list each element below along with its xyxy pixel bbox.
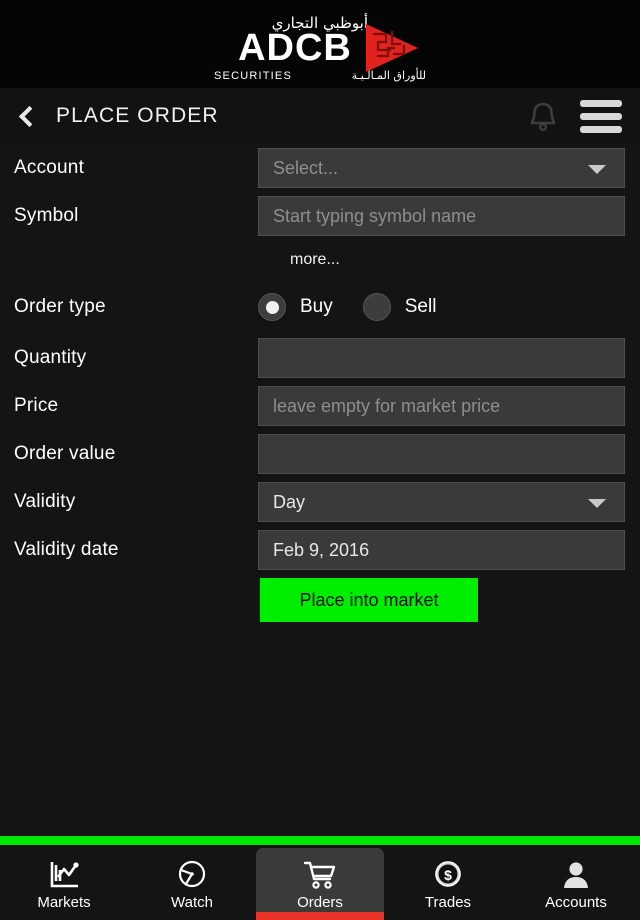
tab-accounts-label: Accounts xyxy=(545,893,607,911)
price-placeholder: leave empty for market price xyxy=(273,395,501,416)
more-row: more... xyxy=(0,240,640,280)
symbol-label: Symbol xyxy=(14,205,79,226)
account-row: Account Select... xyxy=(0,144,640,192)
price-input[interactable]: leave empty for market price xyxy=(258,386,625,426)
tab-orders-label: Orders xyxy=(297,893,343,911)
person-icon xyxy=(563,861,588,888)
brand-bar: أبوظبي التجاري ADCB SECURITIES للأوراق ا… xyxy=(0,0,640,88)
order-value-row: Order value xyxy=(0,430,640,478)
radio-buy-label: Buy xyxy=(300,296,333,317)
more-link[interactable]: more... xyxy=(290,251,340,269)
validity-row: Validity Day xyxy=(0,478,640,526)
quantity-row: Quantity xyxy=(0,334,640,382)
tab-watch-label: Watch xyxy=(171,893,213,911)
price-row: Price leave empty for market price xyxy=(0,382,640,430)
validity-date-label: Validity date xyxy=(14,539,119,560)
adcb-logo: أبوظبي التجاري ADCB SECURITIES للأوراق ا… xyxy=(0,14,640,86)
quantity-input[interactable] xyxy=(258,338,625,378)
chevron-down-icon xyxy=(588,499,606,508)
order-type-label: Order type xyxy=(14,296,106,317)
price-label: Price xyxy=(14,395,59,416)
order-value-input[interactable] xyxy=(258,434,625,474)
app-screen: أبوظبي التجاري ADCB SECURITIES للأوراق ا… xyxy=(0,0,640,920)
submit-row: Place into market xyxy=(0,574,640,626)
clock-icon xyxy=(178,860,206,887)
shopping-cart-icon xyxy=(303,861,336,889)
account-label: Account xyxy=(14,157,85,178)
order-value-label: Order value xyxy=(14,443,116,464)
dollar-coin-icon: $ xyxy=(435,860,461,887)
brand-name: ADCB xyxy=(238,27,352,69)
account-select[interactable]: Select... xyxy=(258,148,625,188)
brand-subtitle-en: SECURITIES xyxy=(214,69,293,82)
validity-select[interactable]: Day xyxy=(258,482,625,522)
validity-date-value: Feb 9, 2016 xyxy=(273,539,370,560)
tabbar-separator xyxy=(0,836,640,845)
tab-markets-label: Markets xyxy=(37,893,91,911)
quantity-label: Quantity xyxy=(14,347,87,368)
radio-sell-label: Sell xyxy=(404,296,437,317)
radio-sell[interactable] xyxy=(362,293,391,321)
svg-text:$: $ xyxy=(444,867,452,883)
symbol-row: Symbol Start typing symbol name xyxy=(0,192,640,240)
tab-trades[interactable]: $ Trades xyxy=(384,845,512,920)
tab-watch[interactable]: Watch xyxy=(128,845,256,920)
place-into-market-button[interactable]: Place into market xyxy=(260,578,478,622)
account-placeholder: Select... xyxy=(273,157,339,178)
validity-label: Validity xyxy=(14,491,76,512)
place-order-form: Account Select... Symbol Start typing sy… xyxy=(0,144,640,626)
symbol-input[interactable]: Start typing symbol name xyxy=(258,196,625,236)
tab-accounts[interactable]: Accounts xyxy=(512,845,640,920)
chevron-down-icon xyxy=(588,165,606,174)
back-button[interactable] xyxy=(0,88,52,144)
tab-orders-active-indicator xyxy=(256,912,384,920)
hamburger-bar xyxy=(580,125,622,133)
validity-value: Day xyxy=(273,491,306,512)
hamburger-menu-icon[interactable] xyxy=(580,99,622,133)
validity-date-row: Validity date Feb 9, 2016 xyxy=(0,526,640,574)
hamburger-bar xyxy=(580,99,622,107)
tab-orders[interactable]: Orders xyxy=(256,845,384,920)
chevron-left-icon xyxy=(18,105,40,127)
bell-icon[interactable] xyxy=(528,100,558,132)
order-type-row: Order type Buy Sell xyxy=(0,280,640,334)
validity-date-input[interactable]: Feb 9, 2016 xyxy=(258,530,625,570)
adcb-play-mark-icon xyxy=(366,24,418,72)
bottom-tab-bar: Markets Watch Orders $ Trades Accounts xyxy=(0,845,640,920)
tab-markets[interactable]: Markets xyxy=(0,845,128,920)
radio-buy[interactable] xyxy=(258,293,286,321)
page-title: PLACE ORDER xyxy=(56,104,219,127)
hamburger-bar xyxy=(580,112,622,120)
page-header: PLACE ORDER xyxy=(0,88,640,144)
chart-icon xyxy=(50,861,79,887)
tab-trades-label: Trades xyxy=(424,893,472,911)
symbol-placeholder: Start typing symbol name xyxy=(273,205,477,226)
